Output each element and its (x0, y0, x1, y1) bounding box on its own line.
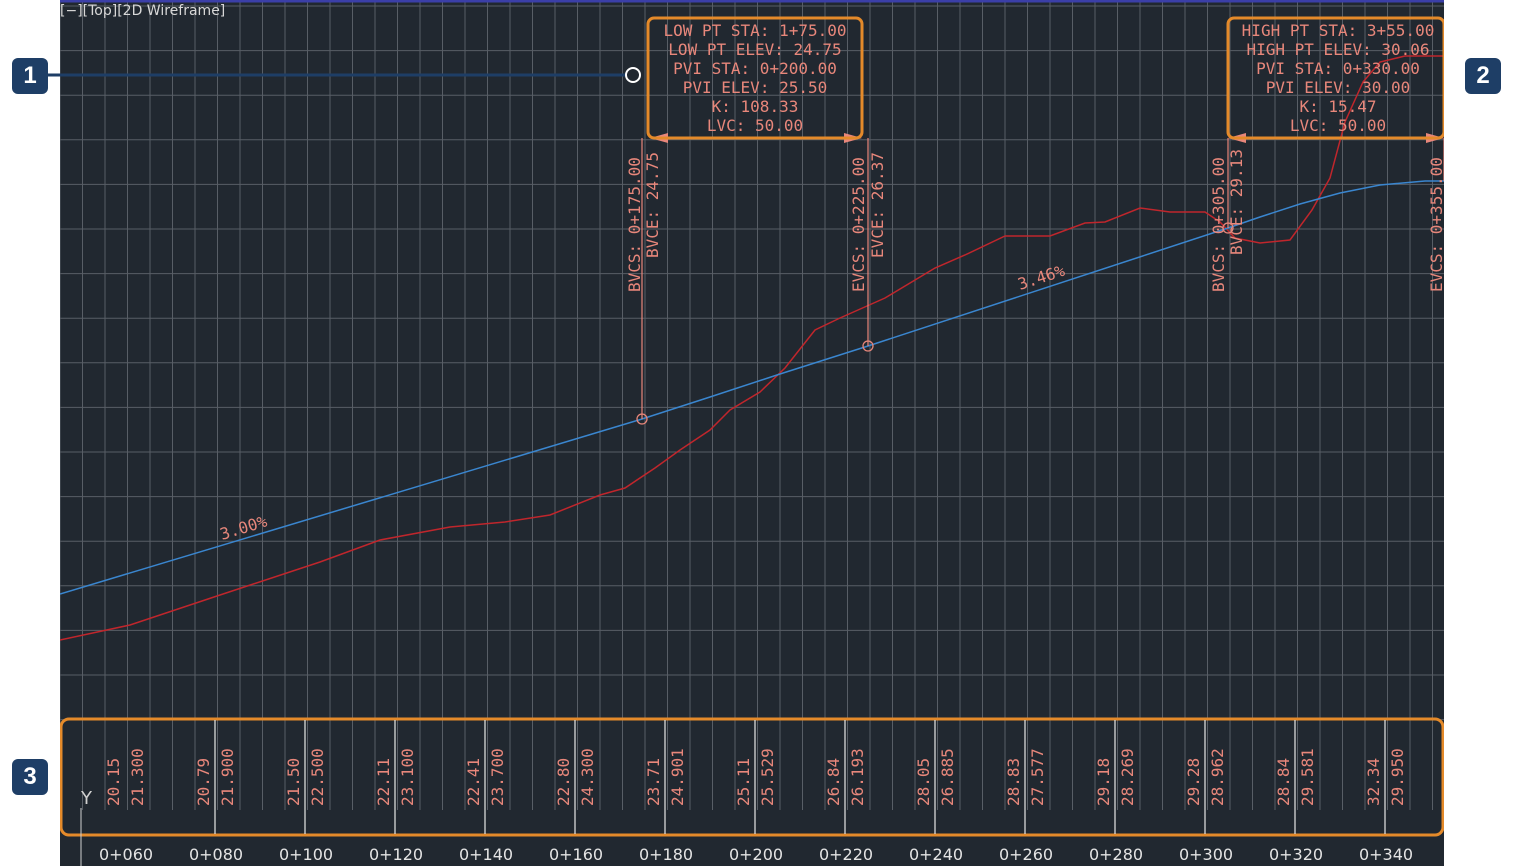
ucs-y-label: Y (80, 788, 93, 809)
station-label: 0+240 (909, 845, 963, 864)
eg-elevation-label: 22.11 (374, 758, 393, 806)
cad-viewport[interactable]: LOW PT STA: 1+75.00 LOW PT ELEV: 24.75 PVI… (60, 0, 1444, 866)
station-label: 0+140 (459, 845, 513, 864)
station-label: 0+280 (1089, 845, 1143, 864)
fg-elevation-label: 28.269 (1118, 748, 1137, 806)
high-point-line: PVI STA: 0+330.00 (1256, 59, 1420, 78)
eg-elevation-label: 20.79 (194, 758, 213, 806)
fg-elevation-label: 21.900 (218, 748, 237, 806)
fg-elevation-label: 29.581 (1298, 748, 1317, 806)
existing-ground-profile (60, 55, 1444, 641)
callout-1: 1 (12, 58, 48, 94)
eg-elevation-label: 23.71 (644, 758, 663, 806)
fg-elevation-label: 22.500 (308, 748, 327, 806)
fg-elevation-label: 23.100 (398, 748, 417, 806)
station-label: 0+220 (819, 845, 873, 864)
eg-elevation-label: 29.18 (1094, 758, 1113, 806)
low-point-line: K: 108.33 (712, 97, 799, 116)
station-label: 0+180 (639, 845, 693, 864)
bvce-2-label: BVCE: 29.13 (1227, 149, 1246, 255)
profile-drawing[interactable]: LOW PT STA: 1+75.00LOW PT ELEV: 24.75PVI… (60, 0, 1444, 866)
low-point-line: PVI ELEV: 25.50 (683, 78, 828, 97)
low-point-line: PVI STA: 0+200.00 (673, 59, 837, 78)
high-point-line: HIGH PT STA: 3+55.00 (1242, 21, 1435, 40)
eg-elevation-label: 28.05 (914, 758, 933, 806)
eg-elevation-label: 25.11 (734, 758, 753, 806)
fg-elevation-label: 29.950 (1388, 748, 1407, 806)
low-point-line: LOW PT ELEV: 24.75 (668, 40, 841, 59)
high-point-line: LVC: 50.00 (1290, 116, 1386, 135)
bvcs-1-label: BVCS: 0+175.00 (625, 157, 644, 292)
station-label: 0+160 (549, 845, 603, 864)
callout-2: 2 (1465, 58, 1501, 94)
low-point-line: LOW PT STA: 1+75.00 (663, 21, 846, 40)
eg-elevation-label: 20.15 (104, 758, 123, 806)
station-label: 0+100 (279, 845, 333, 864)
eg-elevation-label: 32.34 (1364, 758, 1383, 806)
eg-elevation-label: 28.83 (1004, 758, 1023, 806)
bvcs-2-label: BVCS: 0+305.00 (1209, 157, 1228, 292)
fg-elevation-label: 21.300 (128, 748, 147, 806)
fg-elevation-label: 24.300 (578, 748, 597, 806)
station-label: 0+120 (369, 845, 423, 864)
callout-3: 3 (12, 759, 48, 795)
eg-elevation-label: 28.84 (1274, 758, 1293, 806)
eg-elevation-label: 22.80 (554, 758, 573, 806)
bvce-1-label: BVCE: 24.75 (643, 152, 662, 258)
eg-elevation-label: 21.50 (284, 758, 303, 806)
fg-elevation-label: 27.577 (1028, 748, 1047, 806)
high-point-line: HIGH PT ELEV: 30.06 (1246, 40, 1429, 59)
low-point-line: LVC: 50.00 (707, 116, 803, 135)
fg-elevation-label: 25.529 (758, 748, 777, 806)
station-label: 0+340 (1359, 845, 1413, 864)
high-point-line: PVI ELEV: 30.00 (1266, 78, 1411, 97)
station-label: 0+260 (999, 845, 1053, 864)
station-label: 0+080 (189, 845, 243, 864)
fg-elevation-label: 28.962 (1208, 748, 1227, 806)
station-label: 0+200 (729, 845, 783, 864)
station-label: 0+060 (99, 845, 153, 864)
eg-elevation-label: 29.28 (1184, 758, 1203, 806)
evcs-1-label: EVCS: 0+225.00 (849, 157, 868, 292)
evce-1-label: EVCE: 26.37 (868, 152, 887, 258)
high-point-line: K: 15.47 (1299, 97, 1376, 116)
callout-leader (48, 73, 60, 77)
fg-elevation-label: 23.700 (488, 748, 507, 806)
fg-elevation-label: 26.885 (938, 748, 957, 806)
viewport-controls-label[interactable]: [−][Top][2D Wireframe] (60, 3, 225, 19)
profile-start-point (625, 67, 641, 83)
evcs-2-label: EVCS: 0+355.00 (1427, 157, 1444, 292)
fg-elevation-label: 26.193 (848, 748, 867, 806)
station-label: 0+300 (1179, 845, 1233, 864)
station-label: 0+320 (1269, 845, 1323, 864)
fg-elevation-label: 24.901 (668, 748, 687, 806)
eg-elevation-label: 26.84 (824, 758, 843, 806)
eg-elevation-label: 22.41 (464, 758, 483, 806)
